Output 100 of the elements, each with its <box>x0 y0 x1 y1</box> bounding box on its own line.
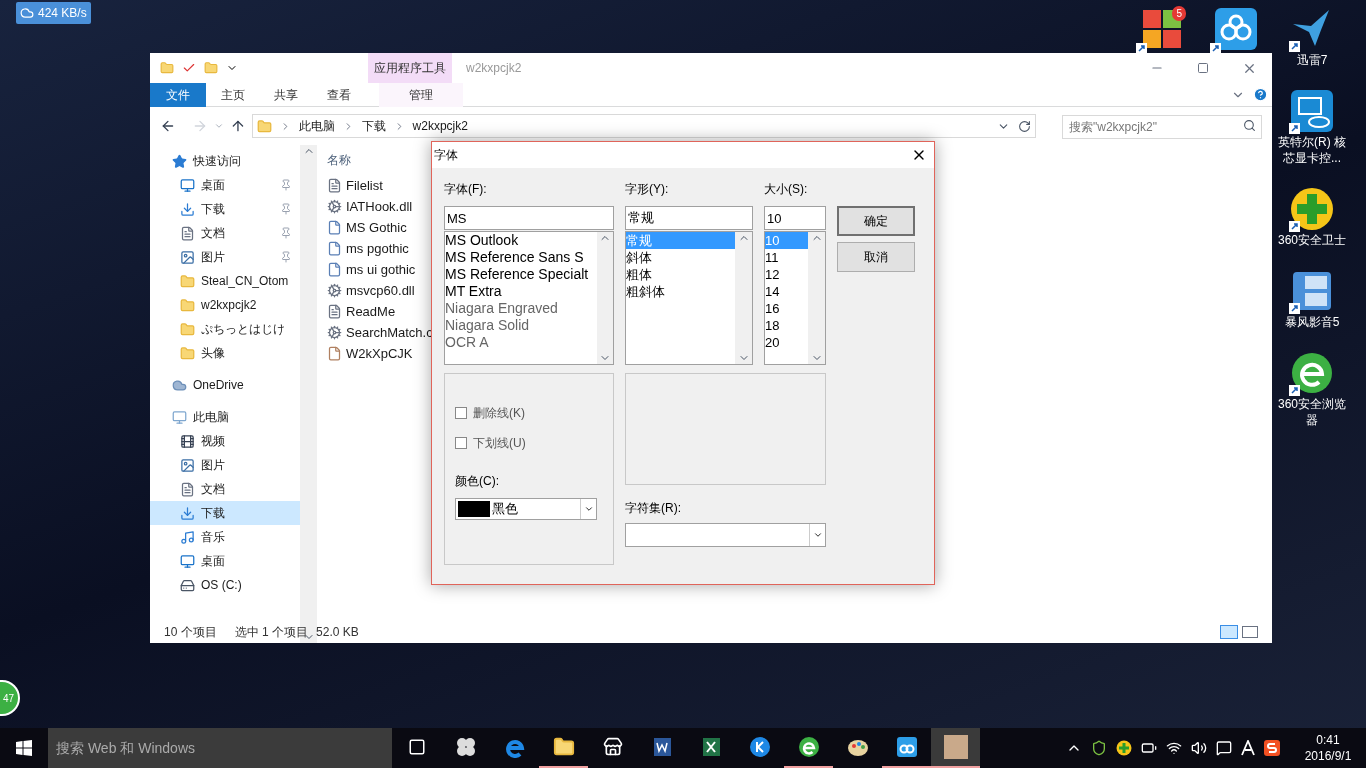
desktop-shortcut[interactable]: 迅雷7 <box>1274 6 1350 68</box>
list-box[interactable]: 10 11 12 14 16 18 20 <box>764 231 826 365</box>
text-field[interactable]: 常规 <box>625 206 753 230</box>
clock[interactable]: 0:41 2016/9/1 <box>1290 732 1366 764</box>
list-item[interactable]: MS Reference Specialt <box>445 266 597 283</box>
shopping-bag-icon[interactable] <box>602 737 623 757</box>
list-item[interactable]: Niagara Engraved <box>445 300 597 317</box>
nav-item[interactable]: OneDrive <box>150 373 300 397</box>
breadcrumb[interactable]: w2kxpcjk2 <box>412 117 468 135</box>
breadcrumb[interactable]: 下载 <box>361 117 386 135</box>
list-item[interactable]: MT Extra <box>445 283 597 300</box>
tiles-view-icon[interactable] <box>1242 626 1258 638</box>
address-bar[interactable]: 此电脑 下载 w2kxpcjk2 <box>251 114 1036 138</box>
file-item[interactable]: msvcp60.dll <box>327 280 415 301</box>
sogou-s-icon[interactable] <box>1264 740 1280 756</box>
desktop-shortcut[interactable]: 暴风影音5 <box>1274 268 1350 330</box>
nav-item[interactable]: 头像 <box>150 341 300 365</box>
nav-item[interactable]: 音乐 <box>150 525 300 549</box>
ribbon-tab[interactable]: 管理 <box>379 82 463 107</box>
plus-circle-icon[interactable] <box>1116 740 1132 756</box>
checkbox[interactable]: 下划线(U) <box>455 434 613 452</box>
details-view-icon[interactable] <box>1220 625 1238 639</box>
checkbox[interactable]: 删除线(K) <box>455 404 613 422</box>
pin-icon[interactable] <box>280 251 292 263</box>
nav-item[interactable]: 下载 <box>150 197 300 221</box>
battery-icon[interactable] <box>1141 740 1157 756</box>
file-item[interactable]: MS Gothic <box>327 217 407 238</box>
file-item[interactable]: Filelist <box>327 175 383 196</box>
list-item[interactable]: MS Outlook <box>445 232 597 249</box>
pin-icon[interactable] <box>280 203 292 215</box>
breadcrumb[interactable]: 此电脑 <box>298 117 335 135</box>
charset-dropdown[interactable] <box>625 523 826 547</box>
file-item[interactable]: ms ui gothic <box>327 259 416 280</box>
notification-icon[interactable] <box>1216 740 1232 756</box>
dialog-button[interactable]: 取消 <box>837 242 915 272</box>
list-box[interactable]: 常规 斜体 粗体 粗斜体 <box>625 231 753 365</box>
file-item[interactable]: SearchMatch.c <box>327 322 433 343</box>
ribbon-tab[interactable]: 查看 <box>312 82 365 107</box>
file-item[interactable]: W2kXpCJK <box>327 343 413 364</box>
list-item[interactable]: Niagara Solid <box>445 317 597 334</box>
nav-item[interactable]: ぷちっとはじけ <box>150 317 300 341</box>
desktop-shortcut[interactable]: 360安全浏览器 <box>1274 350 1350 428</box>
task-view-icon[interactable] <box>407 738 426 756</box>
checkmark-icon[interactable] <box>182 61 196 75</box>
desktop-shortcut[interactable]: 5 <box>1136 6 1188 54</box>
ime-letter-icon[interactable] <box>1241 740 1255 756</box>
list-item[interactable]: 18 <box>765 317 809 334</box>
nav-item[interactable]: OS (C:) <box>150 573 300 597</box>
ribbon-tab[interactable]: 主页 <box>206 82 259 107</box>
shield-icon[interactable] <box>1091 740 1107 756</box>
dialog-button[interactable]: 确定 <box>837 206 915 236</box>
nav-item[interactable]: 此电脑 <box>150 405 300 429</box>
list-item[interactable]: MS Reference Sans S <box>445 249 597 266</box>
e-globe-icon[interactable] <box>797 736 820 758</box>
color-dropdown[interactable]: 黑色 <box>455 498 597 520</box>
list-item[interactable]: 20 <box>765 334 809 351</box>
file-item[interactable]: ReadMe <box>327 301 396 322</box>
list-item[interactable]: 11 <box>765 249 809 266</box>
search-box[interactable]: 搜索 Web 和 Windows <box>48 728 392 768</box>
nav-item[interactable]: 下载 <box>150 501 300 525</box>
list-item[interactable]: 12 <box>765 266 809 283</box>
nav-item[interactable]: 图片 <box>150 453 300 477</box>
desktop-shortcut[interactable]: 英特尔(R) 核芯显卡控... <box>1274 88 1350 166</box>
nav-item[interactable]: 桌面 <box>150 549 300 573</box>
list-item[interactable]: 粗斜体 <box>626 283 736 300</box>
nav-item[interactable]: Steal_CN_Otom <box>150 269 300 293</box>
desktop-shortcut[interactable]: 360安全卫士 <box>1274 186 1350 248</box>
folder-icon[interactable] <box>552 736 575 758</box>
checkbox-box[interactable] <box>455 437 467 449</box>
back-arrow-icon[interactable] <box>160 118 176 134</box>
nav-item[interactable]: 文档 <box>150 221 300 245</box>
list-item[interactable]: 粗体 <box>626 266 736 283</box>
ribbon-tab[interactable]: 共享 <box>259 82 312 107</box>
list-item[interactable]: 16 <box>765 300 809 317</box>
list-item[interactable]: 14 <box>765 283 809 300</box>
nav-item[interactable]: 图片 <box>150 245 300 269</box>
text-field[interactable]: MS <box>444 206 614 230</box>
text-field[interactable]: 10 <box>764 206 826 230</box>
ribbon-tab[interactable]: 文件 <box>150 82 206 107</box>
cloud-icon[interactable] <box>895 736 918 758</box>
wifi-icon[interactable] <box>1166 740 1182 756</box>
nav-item[interactable]: w2kxpcjk2 <box>150 293 300 317</box>
nav-item[interactable]: 桌面 <box>150 173 300 197</box>
refresh-icon[interactable] <box>1018 119 1031 133</box>
file-item[interactable]: ms pgothic <box>327 238 409 259</box>
nav-item[interactable]: 快速访问 <box>150 149 300 173</box>
photo-placeholder[interactable] <box>943 735 968 759</box>
pin-icon[interactable] <box>280 227 292 239</box>
list-item[interactable]: OCR A <box>445 334 597 351</box>
speaker-icon[interactable] <box>1191 740 1207 756</box>
file-item[interactable]: IATHook.dll <box>327 196 413 217</box>
search-field[interactable]: 搜索"w2kxpcjk2" <box>1062 114 1262 139</box>
list-item[interactable]: 斜体 <box>626 249 736 266</box>
checkbox-box[interactable] <box>455 407 467 419</box>
help-icon[interactable] <box>1253 87 1268 102</box>
k-circle-icon[interactable] <box>748 736 771 758</box>
pinwheel-icon[interactable] <box>454 736 477 758</box>
nav-item[interactable]: 视频 <box>150 429 300 453</box>
list-box[interactable]: MS Outlook MS Reference Sans S MS Reference Specialt MT Extra Niagara Engraved Niagara Solid OCR A <box>444 231 614 365</box>
pin-icon[interactable] <box>280 179 292 191</box>
